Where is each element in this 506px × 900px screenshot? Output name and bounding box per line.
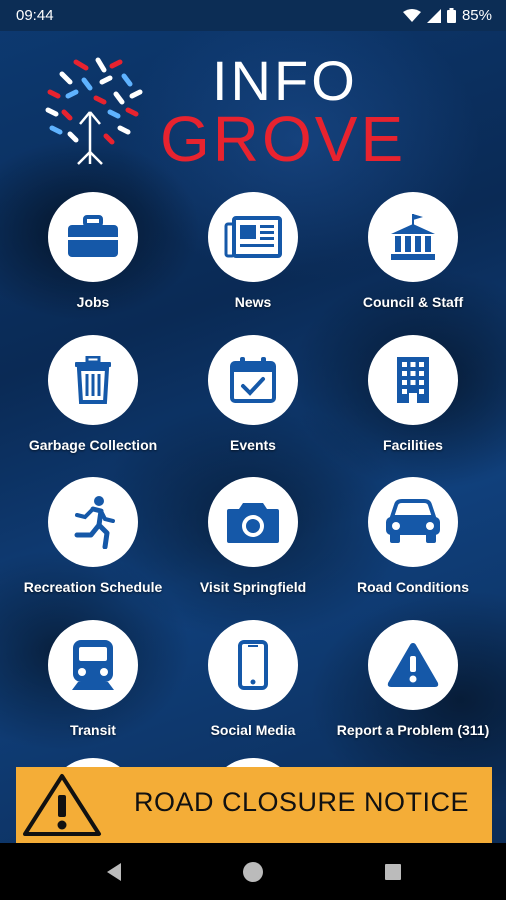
road-closure-banner[interactable]: ROAD CLOSURE NOTICE bbox=[16, 767, 492, 843]
tile-label: Social Media bbox=[210, 722, 296, 738]
train-icon bbox=[72, 640, 114, 690]
battery-percent: 85% bbox=[461, 7, 492, 24]
banner-text: ROAD CLOSURE NOTICE bbox=[134, 787, 470, 817]
tile-visit-springfield[interactable]: Visit Springfield bbox=[173, 477, 333, 596]
tree-network-icon bbox=[45, 57, 143, 165]
tile-label: Council & Staff bbox=[362, 294, 464, 310]
status-icons: 85% bbox=[402, 7, 492, 24]
tile-facilities[interactable]: Facilities bbox=[333, 335, 493, 454]
tile-label: Transit bbox=[70, 722, 116, 738]
camera-icon bbox=[227, 503, 279, 543]
tile-social-media[interactable]: Social Media bbox=[173, 620, 333, 739]
battery-icon bbox=[446, 8, 456, 23]
tile-report-a-problem[interactable]: Report a Problem (311) bbox=[333, 620, 493, 739]
tile-jobs[interactable]: Jobs bbox=[13, 192, 173, 311]
smartphone-icon bbox=[238, 640, 268, 690]
newspaper-icon bbox=[224, 216, 282, 258]
briefcase-icon bbox=[68, 215, 118, 257]
status-bar: 09:44 85% bbox=[0, 0, 506, 31]
navigation-bar bbox=[0, 843, 506, 900]
tile-label: Road Conditions bbox=[357, 579, 469, 595]
tile-label: Events bbox=[230, 437, 276, 453]
back-icon[interactable] bbox=[103, 861, 125, 883]
trash-icon bbox=[75, 356, 111, 404]
tile-events[interactable]: Events bbox=[173, 335, 333, 454]
tile-label: Recreation Schedule bbox=[23, 579, 163, 595]
tile-label: Jobs bbox=[76, 294, 110, 310]
tile-label: Garbage Collection bbox=[28, 437, 158, 453]
tile-label: Facilities bbox=[383, 437, 443, 453]
building-icon bbox=[397, 357, 429, 403]
running-person-icon bbox=[74, 496, 115, 549]
tile-transit[interactable]: Transit bbox=[13, 620, 173, 739]
logo-text-grove: GROVE bbox=[160, 103, 407, 175]
tile-news[interactable]: News bbox=[173, 192, 333, 311]
city-hall-icon bbox=[391, 214, 435, 260]
app-logo: INFO GROVE bbox=[40, 49, 470, 175]
recents-icon[interactable] bbox=[383, 862, 403, 882]
tile-label: News bbox=[234, 294, 272, 310]
home-icon[interactable] bbox=[241, 860, 265, 884]
warning-sign-icon bbox=[23, 774, 101, 836]
tile-council-staff[interactable]: Council & Staff bbox=[333, 192, 493, 311]
app-screen: 09:44 85% INFO GROVE Jobs News Council &… bbox=[0, 0, 506, 900]
tile-road-conditions[interactable]: Road Conditions bbox=[333, 477, 493, 596]
tile-recreation-schedule[interactable]: Recreation Schedule bbox=[13, 477, 173, 596]
wifi-icon bbox=[402, 8, 421, 22]
tile-garbage-collection[interactable]: Garbage Collection bbox=[13, 335, 173, 454]
warning-icon bbox=[387, 643, 439, 687]
tile-label: Report a Problem (311) bbox=[336, 722, 490, 738]
tile-label: Visit Springfield bbox=[199, 579, 307, 595]
signal-icon bbox=[426, 8, 441, 23]
car-icon bbox=[386, 499, 440, 543]
calendar-check-icon bbox=[230, 357, 276, 403]
status-time: 09:44 bbox=[16, 7, 54, 24]
